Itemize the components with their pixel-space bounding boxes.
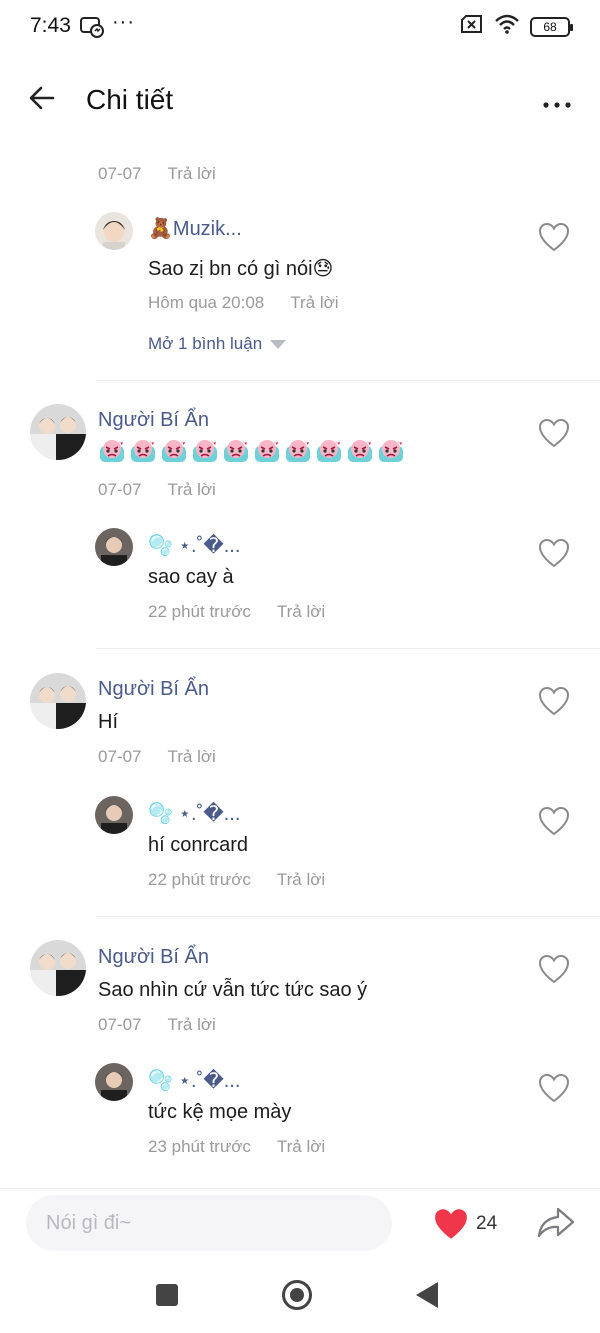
like-heart-icon[interactable]: [538, 806, 570, 836]
commenter-name[interactable]: 🫧 ⋆.˚�...: [148, 1068, 240, 1093]
angry-sticker-icon: [255, 440, 279, 462]
like-heart-filled-icon[interactable]: [432, 1207, 470, 1241]
comment-meta: 23 phút trước Trả lời: [148, 1137, 325, 1157]
reply-link[interactable]: Trả lời: [167, 164, 215, 183]
expand-replies-label: Mở 1 bình luận: [148, 334, 263, 353]
status-bar: 7:43 ··· 68: [0, 0, 600, 56]
reply-link[interactable]: Trả lời: [277, 602, 325, 621]
comment-meta: 22 phút trước Trả lời: [148, 602, 325, 622]
comment-detail-page: 7:43 ··· 68 Chi tiết 07-07 Trả lời 🧸Muzi…: [0, 0, 600, 1333]
battery-indicator: 68: [530, 16, 573, 37]
comment-date: 07-07: [98, 1015, 142, 1034]
like-heart-icon[interactable]: [538, 222, 570, 252]
comment-text: Sao zị bn có gì nói😓: [148, 258, 334, 280]
avatar[interactable]: [95, 796, 133, 834]
avatar[interactable]: [95, 528, 133, 566]
emoji-sticker-row: [98, 438, 405, 464]
comment-meta: 07-07 Trả lời: [98, 480, 216, 500]
status-right: 68: [460, 14, 573, 39]
avatar[interactable]: [30, 673, 86, 729]
divider: [96, 648, 600, 649]
comment-date: 07-07: [98, 480, 142, 499]
comment-text: Hí: [98, 711, 118, 733]
commenter-name[interactable]: 🫧 ⋆.˚�...: [148, 801, 240, 826]
chevron-down-icon: [270, 339, 287, 349]
comment-time: Hôm qua 20:08: [148, 293, 265, 312]
no-sim-icon: [460, 14, 484, 39]
recent-apps-button[interactable]: [156, 1284, 178, 1306]
reply-link[interactable]: Trả lời: [167, 480, 215, 499]
comment-time: 22 phút trước: [148, 602, 251, 621]
comment-text: tức kệ mọe mày: [148, 1101, 292, 1123]
like-count: 24: [476, 1213, 498, 1234]
share-icon[interactable]: [536, 1205, 576, 1241]
angry-sticker-icon: [224, 440, 248, 462]
like-heart-icon[interactable]: [538, 538, 570, 568]
reply-link[interactable]: Trả lời: [167, 1015, 215, 1034]
angry-sticker-icon: [162, 440, 186, 462]
comment-text: sao cay à: [148, 566, 234, 588]
comment-input[interactable]: Nói gì đi~: [26, 1195, 392, 1251]
commenter-name[interactable]: Người Bí Ẩn: [98, 409, 209, 432]
comment-date: 07-07: [98, 164, 142, 183]
angry-sticker-icon: [348, 440, 372, 462]
comment-meta: 07-07 Trả lời: [98, 747, 216, 767]
home-button[interactable]: [282, 1280, 312, 1310]
more-status-icon: ···: [112, 11, 135, 33]
comment-meta: 22 phút trước Trả lời: [148, 870, 325, 890]
reply-link[interactable]: Trả lời: [167, 747, 215, 766]
comment-meta: 07-07 Trả lời: [98, 164, 216, 184]
comment-input-bar: Nói gì đi~ 24: [0, 1188, 600, 1262]
comment-date: 07-07: [98, 747, 142, 766]
reply-link[interactable]: Trả lời: [290, 293, 338, 312]
reply-link[interactable]: Trả lời: [277, 1137, 325, 1156]
page-title: Chi tiết: [86, 84, 174, 115]
commenter-name[interactable]: Người Bí Ẩn: [98, 678, 209, 701]
comment-text: Sao nhìn cứ vẫn tức tức sao ý: [98, 979, 368, 1001]
messenger-icon: [80, 16, 104, 43]
commenter-name[interactable]: 🧸Muzik...: [148, 216, 242, 241]
commenter-name[interactable]: 🫧 ⋆.˚�...: [148, 533, 240, 558]
like-heart-icon[interactable]: [538, 1073, 570, 1103]
divider: [96, 380, 600, 381]
like-heart-icon[interactable]: [538, 418, 570, 448]
back-arrow-icon[interactable]: [28, 84, 56, 117]
top-app-bar: Chi tiết: [0, 70, 600, 134]
wifi-icon: [494, 14, 520, 39]
commenter-name[interactable]: Người Bí Ẩn: [98, 946, 209, 969]
expand-replies-button[interactable]: Mở 1 bình luận: [148, 334, 287, 354]
like-heart-icon[interactable]: [538, 686, 570, 716]
comment-meta: Hôm qua 20:08 Trả lời: [148, 293, 339, 313]
comment-text: hí conrcard: [148, 834, 249, 856]
angry-sticker-icon: [131, 440, 155, 462]
avatar[interactable]: [95, 1063, 133, 1101]
comment-time: 23 phút trước: [148, 1137, 251, 1156]
status-time: 7:43: [30, 14, 71, 37]
angry-sticker-icon: [379, 440, 403, 462]
more-options-icon[interactable]: [542, 96, 572, 114]
avatar[interactable]: [30, 404, 86, 460]
angry-sticker-icon: [286, 440, 310, 462]
like-heart-icon[interactable]: [538, 954, 570, 984]
comment-meta: 07-07 Trả lời: [98, 1015, 216, 1035]
angry-sticker-icon: [193, 440, 217, 462]
angry-sticker-icon: [317, 440, 341, 462]
divider: [96, 916, 600, 917]
system-navigation-bar: [0, 1262, 600, 1333]
reply-link[interactable]: Trả lời: [277, 870, 325, 889]
avatar[interactable]: [95, 212, 133, 250]
avatar[interactable]: [30, 940, 86, 996]
system-back-button[interactable]: [416, 1282, 438, 1308]
comment-time: 22 phút trước: [148, 870, 251, 889]
angry-sticker-icon: [100, 440, 124, 462]
